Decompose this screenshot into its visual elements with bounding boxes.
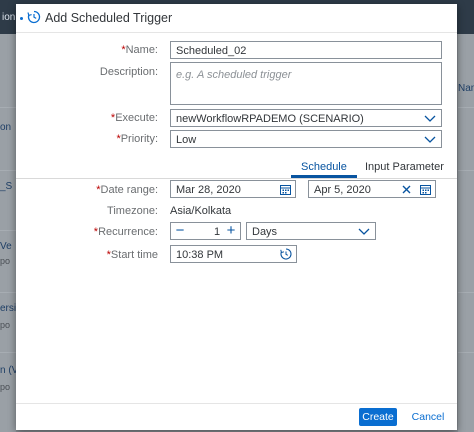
background-divider (0, 230, 16, 231)
decrement-button[interactable]: − (173, 223, 187, 238)
tab-schedule[interactable]: Schedule (301, 161, 347, 173)
background-divider (0, 107, 16, 108)
dialog-header: Add Scheduled Trigger (16, 4, 457, 33)
end-date-picker[interactable]: Apr 5, 2020 (308, 180, 436, 198)
background-divider (0, 352, 16, 353)
scheduled-trigger-icon (27, 10, 41, 24)
timezone-value: Asia/Kolkata (170, 205, 232, 217)
background-divider (0, 170, 16, 171)
name-input-value: Scheduled_02 (176, 45, 247, 57)
background-divider (458, 107, 474, 108)
priority-select[interactable]: Low (170, 130, 442, 148)
execute-select-value: newWorkflowRPADEMO (SCENARIO) (176, 113, 364, 125)
background-divider (458, 352, 474, 353)
background-divider (458, 292, 474, 293)
background-divider (458, 170, 474, 171)
background-divider (0, 292, 16, 293)
recurrence-unit-select[interactable]: Days (246, 222, 376, 240)
priority-select-value: Low (176, 134, 197, 146)
timezone-label: Timezone: (107, 205, 158, 217)
recurrence-label: *Recurrence: (32, 226, 158, 238)
description-label: Description: (99, 66, 158, 78)
end-date-value: Apr 5, 2020 (314, 184, 371, 196)
description-textarea[interactable]: e.g. A scheduled trigger (170, 62, 442, 105)
recurrence-stepper[interactable]: − 1 + (170, 222, 241, 240)
chevron-down-icon[interactable] (358, 226, 370, 236)
start-time-picker[interactable]: 10:38 PM (170, 245, 297, 263)
background-list-subitem: po (0, 256, 11, 266)
calendar-icon[interactable] (280, 184, 291, 195)
description-placeholder: e.g. A scheduled trigger (176, 69, 292, 81)
background-column-header: Nam (458, 83, 474, 94)
name-label: *Name: (32, 44, 158, 56)
start-date-value: Mar 28, 2020 (176, 184, 241, 196)
start-time-label: *Start time (32, 249, 158, 261)
selected-tab-indicator (291, 175, 357, 178)
tab-bar: Schedule Input Parameter (16, 156, 457, 179)
name-label-text: Name: (125, 44, 158, 56)
header-dot-icon (20, 17, 23, 20)
background-list-item: _S (0, 181, 13, 192)
background-list-item: on (0, 122, 12, 133)
calendar-icon[interactable] (420, 184, 431, 195)
clear-icon[interactable] (402, 185, 411, 194)
background-list-subitem: po (0, 382, 11, 392)
background-list-item: ersi (0, 303, 17, 314)
date-range-label-text: Date range: (100, 184, 158, 196)
priority-label: *Priority: (32, 133, 158, 145)
background-title: ion (2, 12, 16, 23)
date-range-label: *Date range: (32, 184, 158, 196)
background-list-subitem: po (0, 320, 11, 330)
background-list-item: Ve (0, 241, 12, 252)
tab-input-parameter[interactable]: Input Parameter (365, 161, 444, 173)
chevron-down-icon[interactable] (424, 113, 436, 123)
execute-select[interactable]: newWorkflowRPADEMO (SCENARIO) (170, 109, 442, 127)
dialog-title: Add Scheduled Trigger (45, 11, 173, 25)
dialog-footer: Create Cancel (16, 403, 457, 430)
add-scheduled-trigger-dialog: Add Scheduled Trigger *Name: Scheduled_0… (16, 4, 457, 430)
name-input[interactable]: Scheduled_02 (170, 41, 442, 59)
increment-button[interactable]: + (224, 223, 238, 238)
time-icon[interactable] (280, 248, 292, 260)
execute-label: *Execute: (32, 112, 158, 124)
recurrence-unit-value: Days (252, 226, 278, 238)
recurrence-label-text: Recurrence: (98, 226, 158, 238)
start-time-value: 10:38 PM (176, 249, 224, 261)
priority-label-text: Priority: (120, 133, 158, 145)
start-date-picker[interactable]: Mar 28, 2020 (170, 180, 296, 198)
execute-label-text: Execute: (115, 112, 158, 124)
recurrence-count-value: 1 (214, 226, 221, 238)
start-time-label-text: Start time (110, 249, 158, 261)
cancel-button[interactable]: Cancel (410, 408, 446, 426)
create-button[interactable]: Create (359, 408, 397, 426)
chevron-down-icon[interactable] (424, 134, 436, 144)
